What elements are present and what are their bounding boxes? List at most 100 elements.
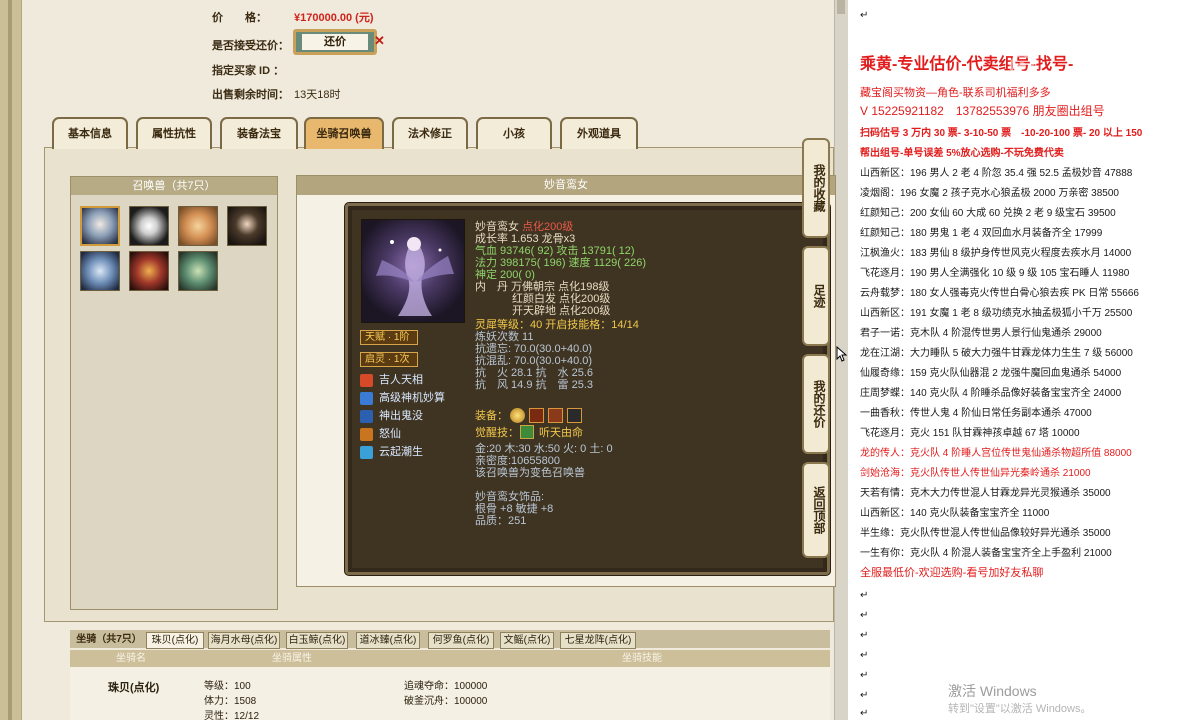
tab-children[interactable]: 小孩 (476, 117, 552, 149)
ad-line: 一曲香秋：传世人鬼 4 阶仙日常任务副本通杀 47000 (860, 408, 1092, 419)
mount-tab-daobingzhen[interactable]: 道冰臻(点化) (356, 632, 420, 649)
pet-spirit: 神定 200( 0) (475, 269, 535, 281)
mount-skill-1: 追魂夺命：100000 (404, 681, 488, 692)
mount-tab-haiyue[interactable]: 海月水母(点化) (208, 632, 280, 649)
pet-affinity: 亲密度:10655800 (475, 455, 560, 467)
remaining-time-label: 出售剩余时间： (212, 89, 289, 101)
pet-portrait-4[interactable] (227, 206, 267, 246)
ad-line: 剑始沧海：克火队传世人传世仙异光秦岭通杀 21000 (860, 468, 1091, 479)
paragraph-mark: ↵ (860, 610, 869, 621)
back-to-top-button[interactable]: 返回顶部 (802, 462, 830, 558)
skill-name: 神出鬼没 (379, 410, 423, 422)
mount-tab-wenyao[interactable]: 文鳐(点化) (500, 632, 554, 649)
skill-fury-icon (360, 427, 373, 441)
tab-attributes[interactable]: 属性抗性 (136, 117, 212, 149)
ad-line: 云舟载梦：180 女人强毒克火传世白骨心狼去疾 PK 日常 55666 (860, 288, 1139, 299)
footprints-button[interactable]: 足迹 (802, 246, 830, 346)
pet-enhance: 点化200级 (522, 221, 574, 233)
skill-item[interactable]: 怒仙 (360, 426, 401, 442)
tab-basic-info[interactable]: 基本信息 (52, 117, 128, 149)
tab-equipment[interactable]: 装备法宝 (220, 117, 298, 149)
mount-tab-zhubei[interactable]: 珠贝(点化) (146, 632, 204, 649)
mount-count-label: 坐骑（共7只） (76, 634, 142, 645)
equip-armor-icon[interactable] (529, 408, 544, 423)
pet-resist-chaos: 抗混乱: 70.0(30.0+40.0) (475, 355, 593, 367)
skill-name: 高级神机妙算 (379, 392, 445, 404)
ad-line: 山西新区：191 女魔 1 老 8 级功绩克水抽孟极狐小千万 25500 (860, 308, 1133, 319)
skill-item[interactable]: 吉人天相 (360, 372, 423, 388)
mount-tab-heluoyu[interactable]: 何罗鱼(点化) (428, 632, 494, 649)
mount-col-attributes: 坐骑属性 (272, 653, 312, 664)
equip-ring-icon[interactable] (510, 408, 525, 423)
pet-inner-dan-1: 内 丹 万佛朝宗 点化198级 (475, 281, 610, 293)
pet-detail-title: 妙音鸾女 (297, 176, 835, 195)
ad-line: 全服最低价-欢迎选购-看号加好友私聊 (860, 567, 1044, 579)
mount-col-name: 坐骑名 (116, 653, 146, 664)
ad-line: 藏宝阁买物资—角色-联系司机福利多多 (860, 87, 1051, 99)
pet-stat-card: 妙音鸾女 点化200级 成长率 1.653 龙骨x3 气血 93746( 92)… (345, 203, 830, 575)
mount-tab-qixing[interactable]: 七星龙阵(点化) (560, 632, 636, 649)
mount-spirit: 灵性：12/12 (204, 711, 260, 720)
listing-page: 价 格： ¥170000.00 (元) 是否接受还价： 还价 ✕ 指定买家 ID… (0, 0, 848, 720)
ad-line: 龙在江湖：大力睡队 5 破大力强牛甘霖龙体力生生 7 级 56000 (860, 348, 1133, 359)
mount-level: 等级：100 (204, 681, 251, 692)
mount-tab-baiyujing[interactable]: 白玉鲸(点化) (286, 632, 348, 649)
footprints-label: 足迹 (812, 284, 826, 308)
tab-appearance-items[interactable]: 外观道具 (560, 117, 638, 149)
pet-awaken-skill: 听天由命 (539, 427, 583, 439)
pet-awaken-label: 觉醒技： (475, 427, 519, 439)
paragraph-mark: ↵ (860, 708, 869, 719)
pet-refine-count: 炼妖次数 11 (475, 331, 534, 343)
pets-list-title: 召唤兽（共7只） (71, 177, 277, 195)
awaken-skill-icon[interactable] (520, 425, 534, 439)
ad-line: 凌烟阁：196 女魔 2 孩子克水心狼孟极 2000 万亲密 38500 (860, 188, 1119, 199)
windows-activation-subtext: 转到"设置"以激活 Windows。 (948, 703, 1092, 715)
pet-portrait-1[interactable] (80, 206, 120, 246)
my-favorites-button[interactable]: 我的收藏 (802, 138, 830, 238)
tab-spell-correction[interactable]: 法术修正 (392, 117, 468, 149)
left-frame-rail (8, 0, 12, 720)
pet-portrait-5[interactable] (80, 251, 120, 291)
paragraph-mark: ↵ (860, 650, 869, 661)
ad-line: 山西新区：140 克火队装备宝宝齐全 11000 (860, 508, 1050, 519)
buyer-id-label: 指定买家 ID ： (212, 65, 285, 77)
ad-line: 红颜知己：180 男鬼 1 老 4 双回血水月装备齐全 17999 (860, 228, 1103, 239)
pet-inner-dan-3: 开天辟地 点化200级 (512, 305, 611, 317)
mount-name: 珠贝(点化) (108, 682, 160, 694)
pet-transformed-note: 该召唤兽为变色召唤兽 (475, 467, 585, 479)
skill-item[interactable]: 高级神机妙算 (360, 390, 445, 406)
ad-line: 半生缘：克火队传世混人传世仙品像较好异光通杀 35000 (860, 528, 1111, 539)
pet-portrait-6[interactable] (129, 251, 169, 291)
pet-ornament-stats: 根骨 +8 敏捷 +8 (475, 503, 554, 515)
pet-portrait-3[interactable] (178, 206, 218, 246)
pet-portrait-7[interactable] (178, 251, 218, 291)
ad-line: 帮出组号-单号误差 5%放心选购-不玩免费代卖 (860, 148, 1064, 159)
talent-badge: 天赋 · 1阶 (360, 330, 418, 345)
mount-table-header: 坐骑名 坐骑属性 坐骑技能 (70, 650, 830, 667)
tab-mounts-pets[interactable]: 坐骑召唤兽 (304, 117, 384, 149)
my-favorites-label: 我的收藏 (812, 164, 826, 212)
equip-amulet-icon[interactable] (548, 408, 563, 423)
pet-portrait-2[interactable] (129, 206, 169, 246)
skill-tide-icon (360, 445, 373, 459)
pet-hp-attack: 气血 93746( 92) 攻击 13791( 12) (475, 245, 635, 257)
my-counter-offers-label: 我的还价 (812, 380, 826, 428)
pet-figure-icon (376, 237, 454, 316)
ad-line: 天若有情：克木大力传世混人甘霖龙异光灵猴通杀 35000 (860, 488, 1111, 499)
close-icon[interactable]: ✕ (374, 33, 385, 49)
ad-document: ↵ 乘黄-专业估价-代卖组号-找号- 藏宝阁买物资—角色-联系司机福利多多 V 1… (848, 0, 1180, 720)
skill-item[interactable]: 云起潮生 (360, 444, 423, 460)
my-counter-offers-button[interactable]: 我的还价 (802, 354, 830, 454)
pet-resist-fire-water: 抗 火 28.1 抗 水 25.6 (475, 367, 593, 379)
skill-item[interactable]: 神出鬼没 (360, 408, 423, 424)
windows-activation-watermark: 激活 Windows (948, 683, 1037, 699)
ad-line: 飞花逐月：190 男人全满强化 10 级 9 级 105 宝石睡人 11980 (860, 268, 1130, 279)
skill-stealth-icon (360, 409, 373, 423)
scrollbar-thumb[interactable] (837, 0, 845, 14)
pet-ornament-title: 妙音鸾女饰品: (475, 491, 545, 503)
pet-equipment-label: 装备： (475, 410, 508, 422)
counter-offer-button[interactable]: 还价 (293, 29, 377, 55)
skill-name: 云起潮生 (379, 446, 423, 458)
equip-weapon-icon[interactable] (567, 408, 582, 423)
mouse-cursor-icon (836, 346, 848, 362)
